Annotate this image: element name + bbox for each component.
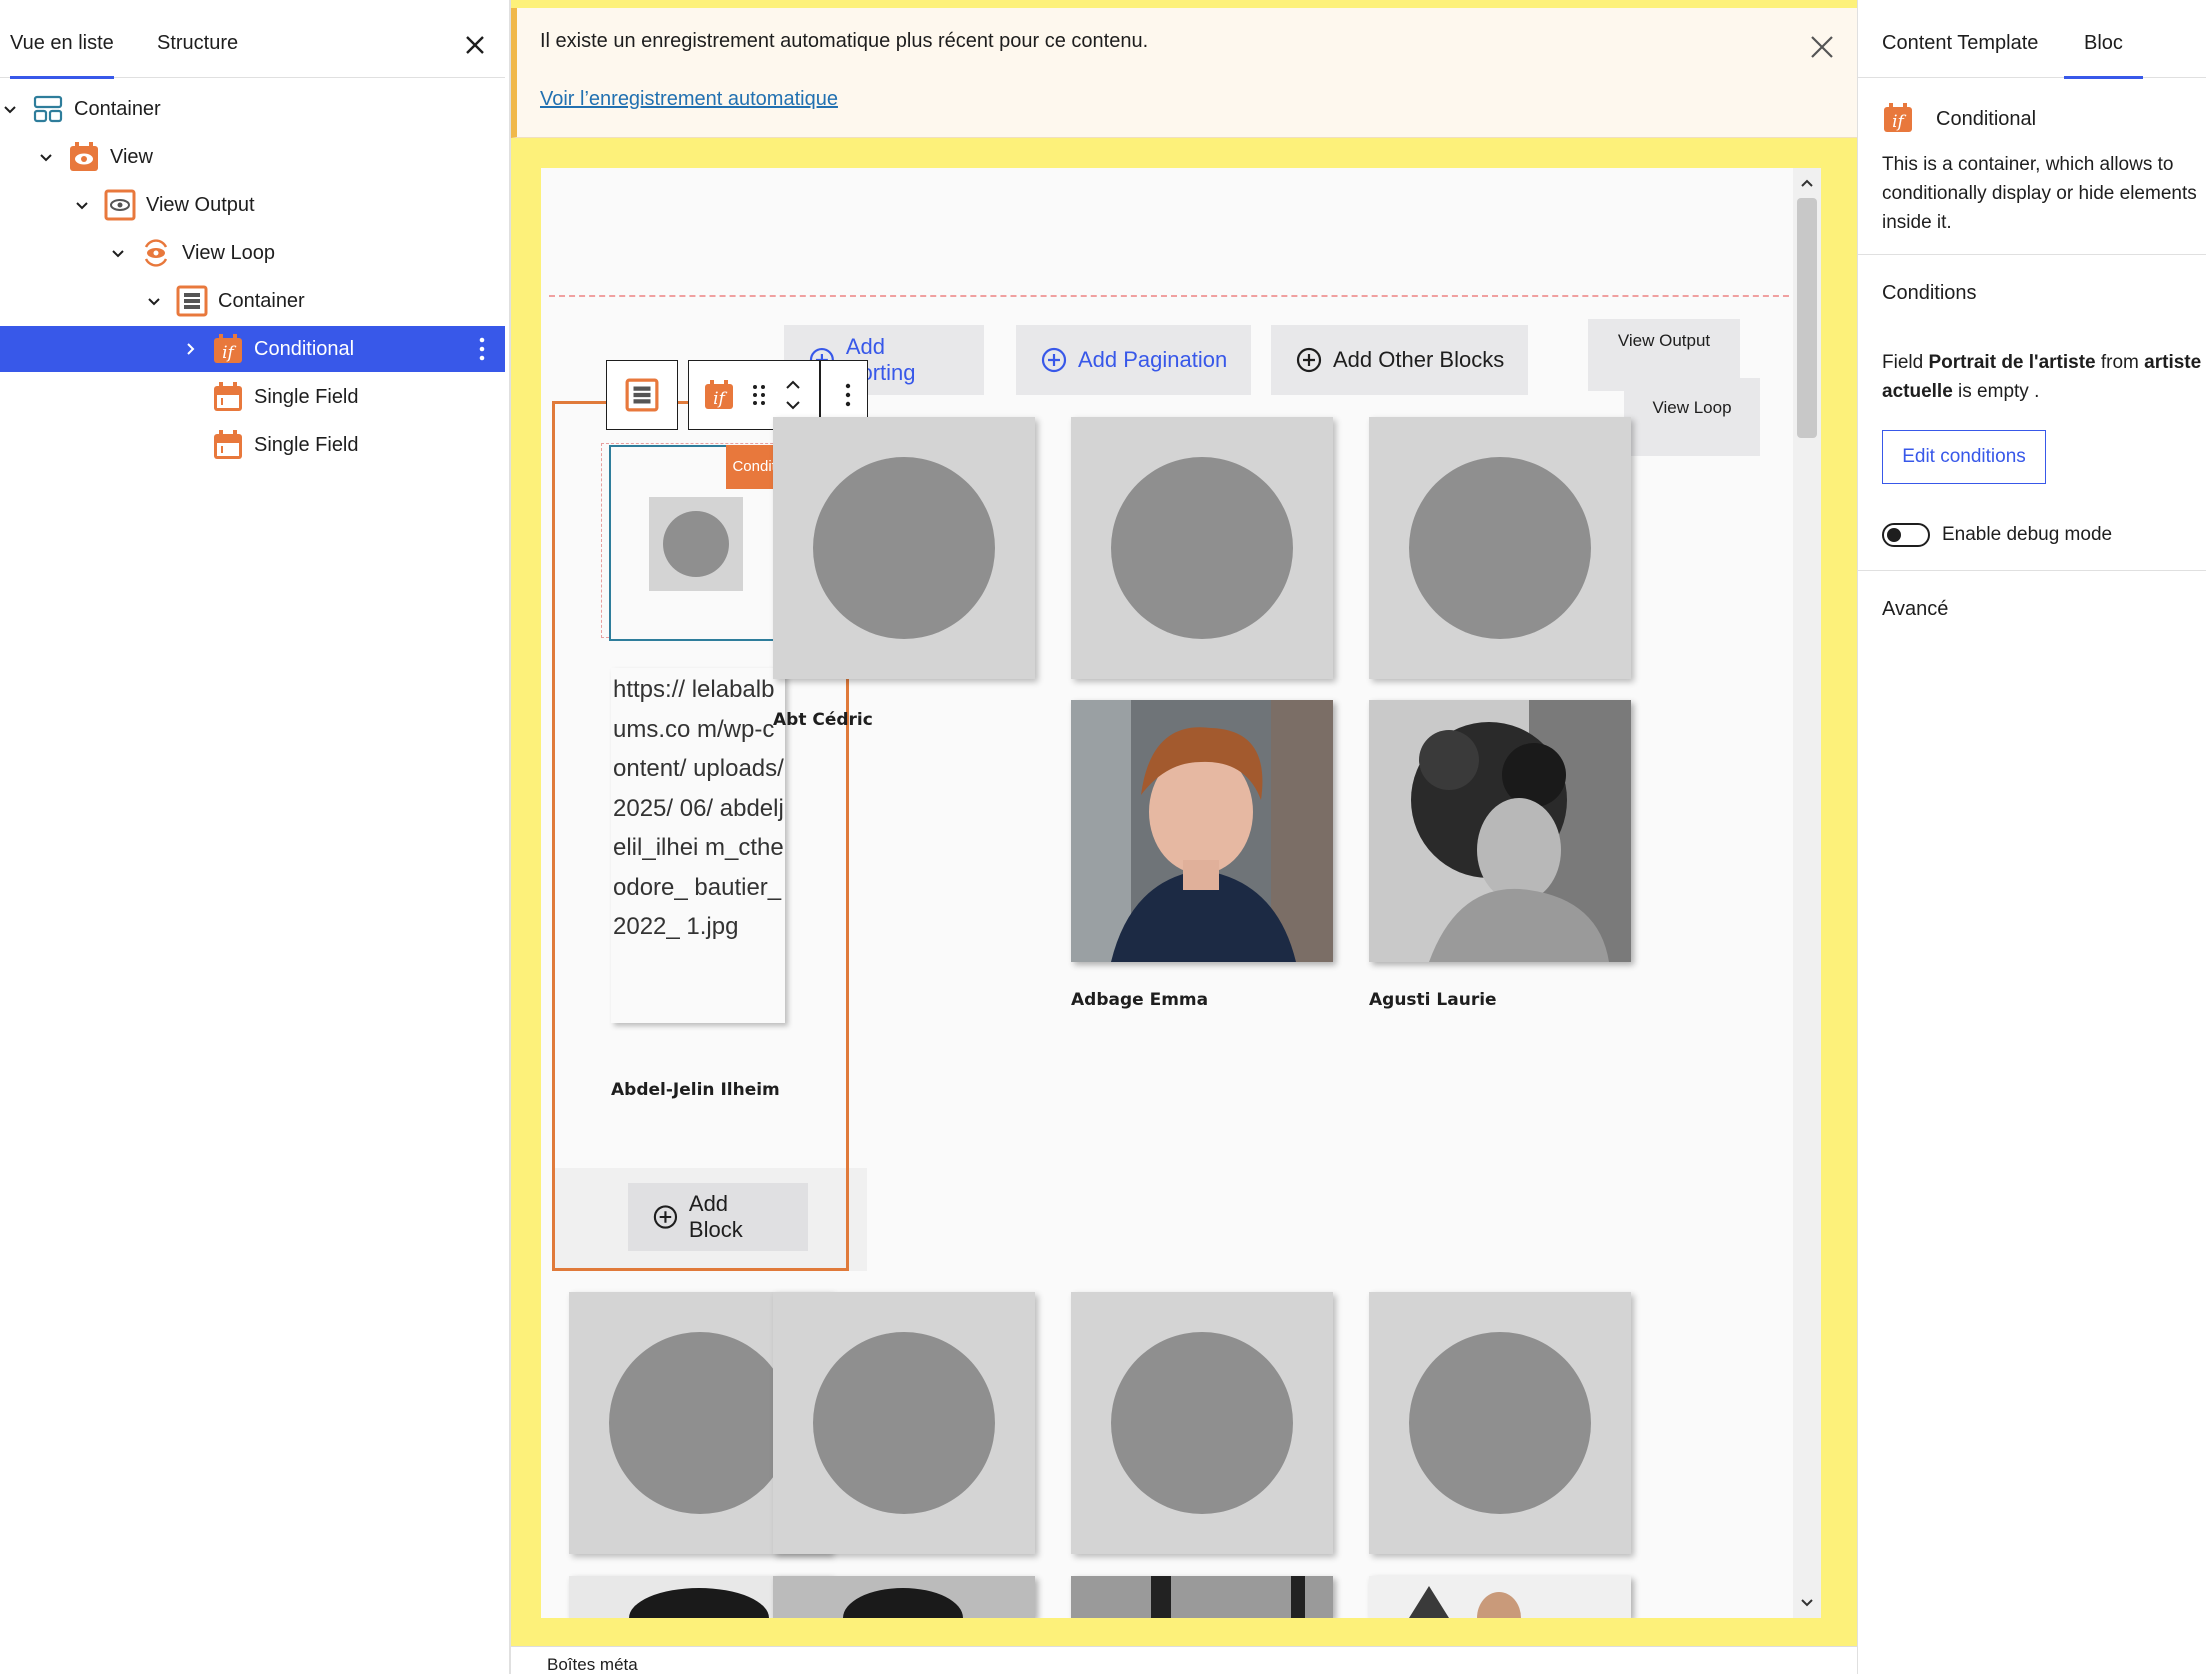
add-other-blocks-label: Add Other Blocks: [1333, 347, 1505, 372]
content-frame: Add Sorting Add Pagination Add Other Blo…: [541, 168, 1821, 1618]
add-block-label: Add Block: [688, 1191, 743, 1242]
container-icon: [32, 93, 64, 125]
chevron-down-icon[interactable]: [783, 395, 803, 415]
condition-field: Portrait de l'artiste: [1928, 352, 2096, 373]
tree-item-view-output[interactable]: View Output: [0, 182, 505, 228]
canvas-scrollbar[interactable]: [1793, 168, 1821, 1618]
advanced-panel-toggle[interactable]: Avancé: [1882, 598, 1948, 621]
add-other-blocks-button[interactable]: Add Other Blocks: [1271, 325, 1529, 395]
artist-name: Agusti Laurie: [1369, 990, 1497, 1010]
editor-canvas: Il existe un enregistrement automatique …: [511, 0, 1857, 1674]
artist-photo[interactable]: [773, 1576, 1035, 1618]
tree-item-label: Conditional: [254, 337, 355, 360]
tree-item-conditional[interactable]: if Conditional: [0, 326, 505, 372]
close-icon[interactable]: [462, 32, 488, 58]
debug-mode-toggle[interactable]: [1882, 523, 1930, 547]
tree-item-label: View Output: [146, 193, 255, 216]
chevron-down-icon[interactable]: [1799, 1594, 1815, 1610]
portrait-image: [1071, 700, 1333, 962]
chevron-up-icon[interactable]: [783, 375, 803, 395]
edit-conditions-button[interactable]: Edit conditions: [1882, 430, 2046, 484]
add-circle-icon: [1041, 347, 1067, 373]
portrait-image: [1369, 700, 1631, 962]
drag-handle-icon[interactable]: [749, 381, 769, 409]
block-title: Conditional: [1936, 108, 2037, 130]
conditional-icon: if: [1884, 103, 1912, 132]
tab-structure[interactable]: Structure: [157, 8, 238, 78]
options-kebab-icon[interactable]: [479, 336, 485, 362]
add-circle-icon: [1296, 347, 1322, 373]
add-circle-icon: [653, 1205, 678, 1229]
list-view-panel: Vue en liste Structure Container View Vi…: [0, 0, 511, 1674]
scroll-thumb[interactable]: [1797, 198, 1817, 438]
add-pagination-label: Add Pagination: [1078, 347, 1228, 372]
meta-boxes-bar[interactable]: Boîtes méta: [511, 1646, 1857, 1674]
autosave-notice: Il existe un enregistrement automatique …: [511, 8, 1857, 138]
single-field-url[interactable]: https:// lelabalbums.co m/wp-content/ up…: [611, 668, 785, 1023]
settings-tabs: Content Template Bloc: [1858, 8, 2206, 79]
tab-content-template[interactable]: Content Template: [1882, 8, 2038, 78]
artist-photo[interactable]: [1071, 700, 1333, 962]
conditions-heading: Conditions: [1882, 282, 1977, 304]
container-stack-icon: [625, 378, 659, 412]
select-parent-button[interactable]: [606, 360, 678, 430]
artist-card-placeholder[interactable]: [1071, 1292, 1333, 1554]
tree-item-label: Container: [74, 97, 161, 120]
artist-name: Abt Cédric: [773, 710, 873, 730]
add-pagination-button[interactable]: Add Pagination: [1016, 325, 1252, 395]
artist-photo[interactable]: [1369, 700, 1631, 962]
tree-item-single-field[interactable]: Single Field: [0, 374, 505, 420]
single-field-icon: [212, 429, 244, 461]
image-placeholder-thumb: [649, 497, 743, 591]
tree-item-label: Single Field: [254, 385, 359, 408]
artist-card-placeholder[interactable]: [1369, 417, 1631, 679]
artist-name: Adbage Emma: [1071, 990, 1209, 1010]
artist-photo[interactable]: [1369, 1576, 1631, 1618]
tree-item-single-field[interactable]: Single Field: [0, 422, 505, 468]
single-field-icon: [212, 381, 244, 413]
artist-card-placeholder[interactable]: [1071, 417, 1333, 679]
conditional-icon: if: [212, 333, 244, 365]
artist-photo[interactable]: [1071, 1576, 1333, 1618]
tree-item-container[interactable]: Container: [0, 278, 505, 324]
notice-message: Il existe un enregistrement automatique …: [540, 30, 1149, 52]
artist-card-placeholder[interactable]: [1369, 1292, 1631, 1554]
view-autosave-link[interactable]: Voir l’enregistrement automatique: [540, 88, 838, 111]
artist-name: Abdel-Jelin Ilheim: [611, 1080, 780, 1100]
tree-item-label: View: [110, 145, 153, 168]
chevron-down-icon[interactable]: [108, 243, 128, 263]
conditional-icon[interactable]: if: [703, 379, 735, 411]
block-description: This is a container, which allows to con…: [1882, 154, 2197, 233]
chevron-down-icon[interactable]: [0, 99, 20, 119]
meta-boxes-label: Boîtes méta: [547, 1655, 638, 1674]
chevron-down-icon[interactable]: [72, 195, 92, 215]
tab-list-view[interactable]: Vue en liste: [10, 8, 114, 79]
chevron-right-icon[interactable]: [180, 339, 200, 359]
tree-item-label: Single Field: [254, 433, 359, 456]
artist-card-placeholder[interactable]: [773, 417, 1035, 679]
view-output-icon: [104, 189, 136, 221]
container-stack-icon: [176, 285, 208, 317]
tree-item-view[interactable]: View: [0, 134, 505, 180]
debug-mode-label: Enable debug mode: [1942, 524, 2113, 545]
chevron-up-icon[interactable]: [1799, 176, 1815, 192]
move-arrows: [783, 375, 803, 415]
tab-block[interactable]: Bloc: [2064, 8, 2143, 79]
more-options-icon[interactable]: [843, 381, 853, 409]
chevron-down-icon[interactable]: [144, 291, 164, 311]
chevron-down-icon[interactable]: [36, 147, 56, 167]
view-icon: [68, 141, 100, 173]
add-block-button[interactable]: Add Block: [628, 1183, 808, 1251]
close-icon[interactable]: [1807, 32, 1837, 62]
tree-item-view-loop[interactable]: View Loop: [0, 230, 505, 276]
list-view-tabs: Vue en liste Structure: [0, 8, 505, 79]
view-loop-tag[interactable]: View Loop: [1624, 378, 1760, 456]
tree-item-container[interactable]: Container: [0, 86, 505, 132]
tree-item-label: View Loop: [182, 241, 276, 264]
tree-item-label: Container: [218, 289, 305, 312]
condition-summary: Field Portrait de l'artiste from artiste…: [1882, 352, 2202, 402]
artist-card-placeholder[interactable]: [773, 1292, 1035, 1554]
settings-sidebar: Content Template Bloc if Conditional Thi…: [1857, 0, 2206, 1674]
view-loop-icon: [140, 237, 172, 269]
